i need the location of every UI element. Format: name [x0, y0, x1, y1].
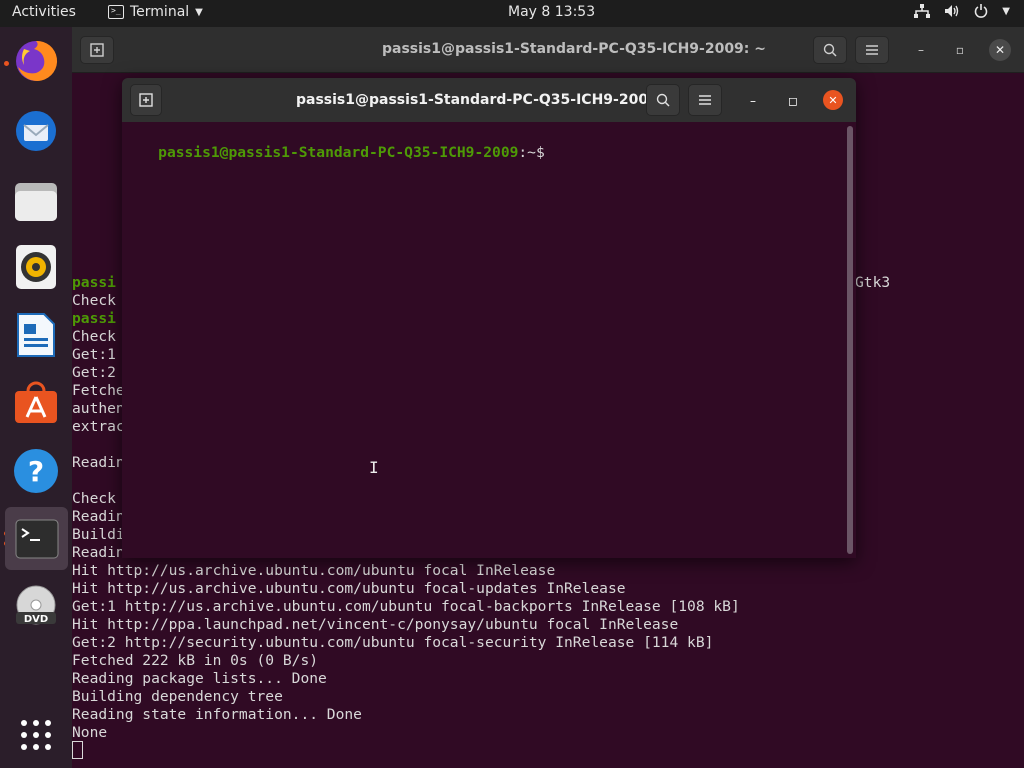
- window-title: passis1@passis1-Standard-PC-Q35-ICH9-200…: [382, 41, 767, 57]
- terminal-icon[interactable]: [5, 507, 68, 570]
- search-icon: [823, 43, 837, 57]
- menu-button[interactable]: [855, 36, 889, 64]
- prompt-user: passis1@passis1-Standard-PC-Q35-ICH9-200…: [158, 144, 519, 161]
- output-line: passi: [72, 310, 116, 327]
- power-icon: [975, 4, 988, 18]
- svg-text:?: ?: [28, 455, 44, 488]
- activities-button[interactable]: Activities: [12, 4, 76, 20]
- output-line: Building dependency tree: [72, 688, 283, 705]
- output-line: extrac: [72, 418, 125, 435]
- partial-output: passi Check passi Check Get:1 Get:2 Fetche auth…: [72, 274, 125, 562]
- system-tray[interactable]: ▼: [914, 4, 1010, 18]
- minimize-button[interactable]: –: [910, 39, 932, 61]
- thunderbird-icon[interactable]: [8, 103, 64, 159]
- prompt-line: passis1@passis1-Standard-PC-Q35-ICH9-200…: [123, 126, 545, 180]
- clock[interactable]: May 8 13:53: [508, 4, 595, 20]
- software-icon[interactable]: [8, 375, 64, 431]
- output-line: None: [72, 724, 108, 741]
- top-bar: Activities >_ Terminal ▼ May 8 13:53 ▼: [0, 0, 1024, 27]
- output-line: Reading package lists... Done: [72, 670, 327, 687]
- output-line: Hit http://ppa.launchpad.net/vincent-c/p…: [72, 616, 679, 633]
- output-line: Check: [72, 292, 116, 309]
- output-line: Check: [72, 328, 116, 345]
- network-icon: [914, 4, 931, 18]
- output-line: Get:1: [72, 346, 116, 363]
- maximize-button[interactable]: ▫: [949, 39, 971, 61]
- volume-icon: [945, 5, 959, 17]
- maximize-button[interactable]: ◻: [782, 90, 804, 112]
- new-tab-icon: [90, 43, 104, 57]
- files-icon[interactable]: [8, 173, 64, 229]
- output-line: Fetched 222 kB in 0s (0 B/s): [72, 652, 319, 669]
- output-line: Get:1 http://us.archive.ubuntu.com/ubunt…: [72, 598, 740, 615]
- output-line: authen: [72, 400, 125, 417]
- app-menu-label: Terminal: [130, 4, 190, 20]
- chevron-down-icon: ▼: [195, 6, 203, 18]
- dock: ? DVD: [0, 27, 72, 768]
- rhythmbox-icon[interactable]: [8, 239, 64, 295]
- output-line: passi: [72, 274, 116, 291]
- window-title: passis1@passis1-Standard-PC-Q35-ICH9-200…: [296, 92, 681, 108]
- firefox-icon[interactable]: [8, 33, 64, 89]
- libreoffice-writer-icon[interactable]: [8, 307, 64, 363]
- close-button[interactable]: ✕: [823, 90, 843, 110]
- output-line: Reading state information... Done: [72, 706, 362, 723]
- search-button[interactable]: [646, 84, 680, 116]
- search-button[interactable]: [813, 36, 847, 64]
- terminal-cursor: [72, 741, 83, 759]
- svg-text:DVD: DVD: [24, 614, 48, 625]
- terminal-small-icon: >_: [108, 5, 124, 19]
- output-line: Hit http://us.archive.ubuntu.com/ubuntu …: [72, 562, 556, 579]
- hamburger-icon: [866, 45, 878, 55]
- output-line: Readin: [72, 508, 125, 525]
- apt-output: Hit http://us.archive.ubuntu.com/ubuntu …: [72, 562, 740, 742]
- output-line: Readin: [72, 454, 125, 471]
- prompt-path: :~$: [518, 144, 545, 161]
- output-line: Get:2: [72, 364, 116, 381]
- output-line: Readin: [72, 544, 125, 561]
- menu-button[interactable]: [688, 84, 722, 116]
- dvd-icon[interactable]: DVD: [8, 579, 64, 635]
- front-terminal-header: passis1@passis1-Standard-PC-Q35-ICH9-200…: [122, 78, 856, 122]
- new-tab-button[interactable]: [80, 36, 114, 64]
- output-fragment: Gtk3: [855, 274, 891, 291]
- show-apps-icon[interactable]: [8, 707, 64, 763]
- output-line: Check: [72, 490, 116, 507]
- output-line: Hit http://us.archive.ubuntu.com/ubuntu …: [72, 580, 626, 597]
- output-line: Buildi: [72, 526, 125, 543]
- hamburger-icon: [699, 95, 711, 105]
- front-terminal-window[interactable]: passis1@passis1-Standard-PC-Q35-ICH9-200…: [122, 78, 856, 558]
- ibeam-cursor-icon: I: [369, 458, 379, 477]
- scrollbar[interactable]: [847, 126, 853, 554]
- output-line: Fetche: [72, 382, 125, 399]
- new-tab-icon: [139, 93, 153, 107]
- back-terminal-header: passis1@passis1-Standard-PC-Q35-ICH9-200…: [72, 27, 1024, 73]
- search-icon: [656, 93, 670, 107]
- new-tab-button[interactable]: [130, 84, 162, 116]
- minimize-button[interactable]: –: [742, 90, 764, 112]
- chevron-down-icon: ▼: [1002, 5, 1010, 17]
- app-menu[interactable]: >_ Terminal ▼: [108, 4, 203, 20]
- output-line: Get:2 http://security.ubuntu.com/ubuntu …: [72, 634, 714, 651]
- help-icon[interactable]: ?: [8, 443, 64, 499]
- close-button[interactable]: ✕: [989, 39, 1011, 61]
